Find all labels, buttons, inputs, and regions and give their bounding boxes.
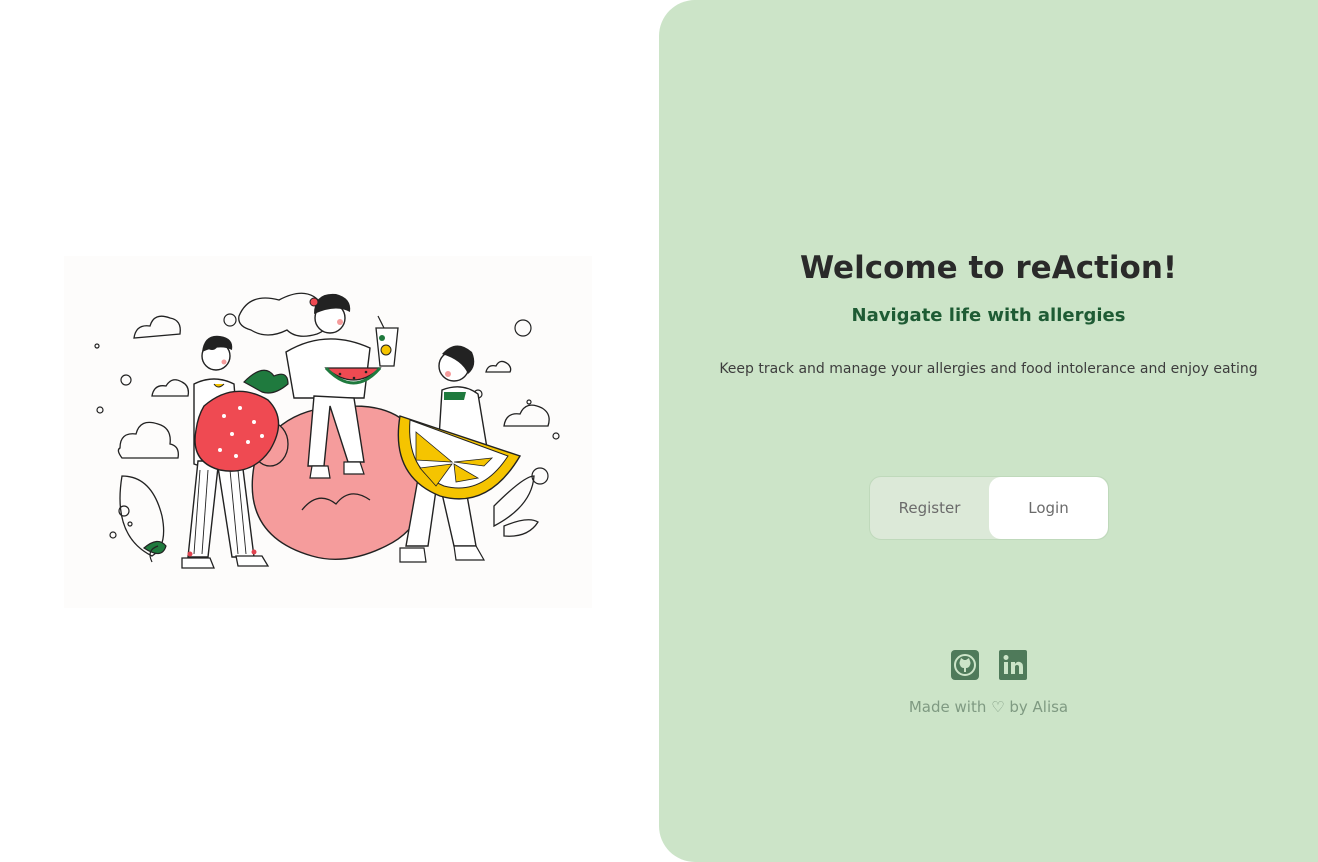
linkedin-icon[interactable] <box>998 650 1027 680</box>
github-icon[interactable] <box>950 650 979 680</box>
hero-illustration <box>64 256 592 608</box>
login-tab[interactable]: Login <box>989 477 1108 539</box>
welcome-panel: Welcome to reAction! Navigate life with … <box>659 0 1318 862</box>
footer-author[interactable]: by Alisa <box>1009 698 1068 716</box>
social-links <box>659 650 1318 680</box>
heart-icon: ♡ <box>991 698 1005 716</box>
footer-prefix: Made with <box>908 698 987 716</box>
page-description: Keep track and manage your allergies and… <box>719 361 1258 377</box>
page-title: Welcome to reAction! <box>799 250 1178 286</box>
people-with-fruits-illustration <box>94 292 560 569</box>
page-subtitle: Navigate life with allergies <box>851 305 1126 326</box>
illustration-area <box>0 0 659 862</box>
auth-toggle: Register Login <box>869 476 1109 540</box>
footer-credit: Made with ♡ by Alisa <box>659 697 1318 717</box>
register-tab[interactable]: Register <box>870 477 989 539</box>
